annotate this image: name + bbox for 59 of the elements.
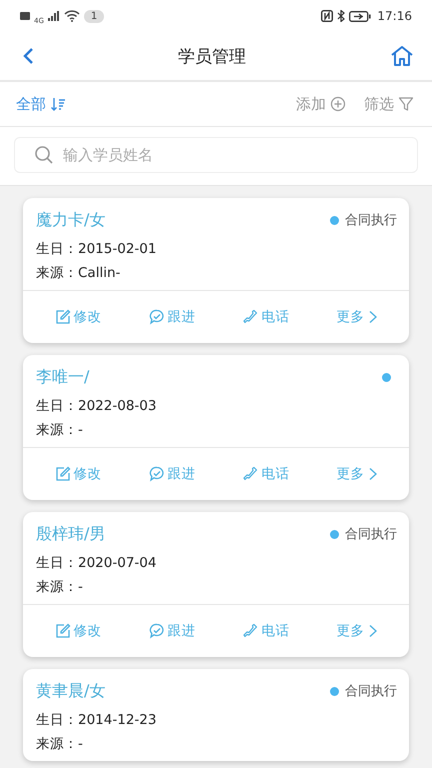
birthday-text: 生日：2015-02-01 — [36, 240, 158, 258]
more-button[interactable]: 更多 — [336, 622, 378, 640]
bluetooth-icon — [337, 10, 346, 22]
chat-check-icon — [148, 466, 164, 482]
more-button[interactable]: 更多 — [336, 465, 378, 483]
student-card[interactable]: 黄聿晨/女 合同执行 生日：2014-12-23 来源：- — [23, 669, 409, 761]
student-name: 黄聿晨/女 — [36, 680, 106, 702]
signal-icon — [48, 11, 60, 21]
wifi-icon — [64, 10, 80, 22]
sort-icon — [50, 96, 66, 112]
chat-check-icon — [148, 309, 164, 325]
phone-button[interactable]: 电话 — [242, 308, 290, 326]
funnel-icon — [398, 96, 414, 112]
pencil-square-icon — [54, 466, 70, 482]
student-name: 殷梓玮/男 — [36, 524, 106, 544]
follow-button[interactable]: 跟进 — [148, 622, 196, 640]
all-filter-button[interactable]: 全部 — [16, 94, 66, 114]
plus-circle-icon — [330, 96, 346, 112]
chevron-right-icon — [368, 467, 378, 481]
source-text: 来源：Callin- — [36, 264, 122, 282]
status-label: 合同执行 — [345, 683, 397, 700]
pencil-square-icon — [54, 309, 70, 325]
clock-time: 17:16 — [377, 9, 412, 23]
edit-button[interactable]: 修改 — [54, 308, 102, 326]
follow-button[interactable]: 跟进 — [148, 308, 196, 326]
add-button[interactable]: 添加 — [296, 94, 346, 114]
source-text: 来源：- — [36, 735, 84, 753]
student-card[interactable]: 李唯一/ 生日：2022-08-03 来源：- 修改 跟进 电话 更多 — [23, 355, 409, 500]
student-name: 李唯一/ — [36, 366, 90, 388]
nfc-icon — [321, 10, 334, 22]
status-dot — [330, 216, 339, 224]
birthday-text: 生日：2020-07-04 — [36, 554, 158, 572]
chevron-right-icon — [368, 310, 378, 324]
status-dot — [330, 530, 339, 538]
student-card[interactable]: 魔力卡/女 合同执行 生日：2015-02-01 来源：Callin- 修改 跟进 电话 更多 — [23, 198, 409, 343]
filter-button[interactable]: 筛选 — [364, 94, 414, 114]
pencil-square-icon — [54, 623, 70, 639]
status-label: 合同执行 — [345, 212, 397, 229]
more-button[interactable]: 更多 — [336, 308, 378, 326]
birthday-text: 生日：2022-08-03 — [36, 397, 158, 415]
source-text: 来源：- — [36, 421, 84, 439]
status-dot — [382, 372, 391, 382]
phone-button[interactable]: 电话 — [242, 622, 290, 640]
student-name: 魔力卡/女 — [36, 210, 106, 230]
chat-check-icon — [148, 623, 164, 639]
source-text: 来源：- — [36, 578, 84, 596]
phone-button[interactable]: 电话 — [242, 465, 290, 483]
notification-count: 1 — [84, 10, 104, 22]
student-card[interactable]: 殷梓玮/男 合同执行 生日：2020-07-04 来源：- 修改 跟进 电话 更多 — [23, 512, 409, 657]
battery-icon — [349, 10, 372, 22]
follow-button[interactable]: 跟进 — [148, 465, 196, 483]
status-label: 合同执行 — [345, 526, 397, 543]
edit-button[interactable]: 修改 — [54, 465, 102, 483]
edit-button[interactable]: 修改 — [54, 622, 102, 640]
birthday-text: 生日：2014-12-23 — [36, 711, 158, 729]
page-title: 学员管理 — [178, 46, 246, 68]
chevron-right-icon — [368, 624, 378, 638]
search-field[interactable]: 输入学员姓名 — [14, 137, 418, 173]
status-dot — [330, 686, 339, 696]
